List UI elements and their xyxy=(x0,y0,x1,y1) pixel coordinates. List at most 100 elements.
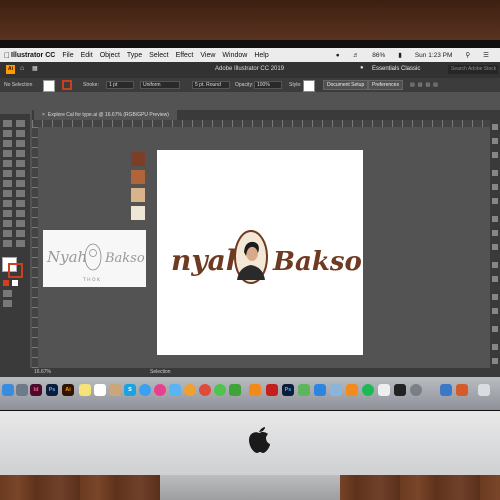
mail-icon[interactable] xyxy=(169,384,181,396)
color-swatch-cream[interactable] xyxy=(131,206,145,220)
magic-wand-tool-icon[interactable] xyxy=(3,130,12,137)
wifi-icon[interactable]: ● xyxy=(336,52,340,59)
lasso-tool-icon[interactable] xyxy=(16,130,25,137)
chrome-icon[interactable] xyxy=(199,384,211,396)
current-tool-status[interactable]: Selection xyxy=(150,369,171,375)
selection-tool-icon[interactable] xyxy=(3,120,12,127)
battery-percent[interactable]: 86% xyxy=(372,52,385,59)
messages-icon[interactable] xyxy=(214,384,226,396)
color-mode-icon[interactable] xyxy=(3,280,9,286)
gradient-panel-icon[interactable] xyxy=(492,244,498,250)
libraries-panel-icon[interactable] xyxy=(492,152,498,158)
menu-effect[interactable]: Effect xyxy=(176,52,194,59)
preferences-button[interactable]: Preferences xyxy=(368,80,403,90)
menu-list-icon[interactable]: ☰ xyxy=(483,51,489,59)
finder-icon[interactable] xyxy=(2,384,14,396)
align-icons[interactable]: ▤▤▤▤ xyxy=(410,82,441,88)
symbol-sprayer-tool-icon[interactable] xyxy=(16,230,25,237)
character-panel-icon[interactable] xyxy=(492,344,498,350)
volume-icon[interactable]: ♬ xyxy=(353,52,360,59)
arrange-documents-icon[interactable]: ▦ xyxy=(32,65,38,72)
properties-panel-icon[interactable] xyxy=(492,124,498,130)
line-tool-icon[interactable] xyxy=(16,150,25,157)
symbols-panel-icon[interactable] xyxy=(492,216,498,222)
layers-panel-icon[interactable] xyxy=(492,138,498,144)
photoshop-icon[interactable]: Ps xyxy=(46,384,58,396)
rotate-tool-icon[interactable] xyxy=(16,180,25,187)
none-color-icon[interactable] xyxy=(12,280,18,286)
itunes-icon[interactable] xyxy=(154,384,166,396)
transform-panel-icon[interactable] xyxy=(492,326,498,332)
clock[interactable]: Sun 1:23 PM xyxy=(415,52,453,59)
brush-definition[interactable]: 5 pt. Round xyxy=(192,81,230,89)
rectangle-tool-icon[interactable] xyxy=(3,160,12,167)
document-tab[interactable]: × Explore Cal for type.ai @ 16.67% (RGB/G… xyxy=(34,110,177,120)
app-store-icon[interactable] xyxy=(314,384,326,396)
illustrator-icon[interactable]: Ai xyxy=(62,384,74,396)
color-swatch-tan[interactable] xyxy=(131,188,145,202)
stroke-color-box[interactable] xyxy=(8,263,23,278)
artboard-tool-icon[interactable] xyxy=(3,240,12,247)
app-menu[interactable]: Illustrator CC xyxy=(11,52,55,59)
system-prefs-icon[interactable] xyxy=(410,384,422,396)
scale-tool-icon[interactable] xyxy=(3,190,12,197)
apple-menu-icon[interactable]:  xyxy=(4,51,10,60)
paintbrush-tool-icon[interactable] xyxy=(16,160,25,167)
contacts-icon[interactable] xyxy=(109,384,121,396)
vlc-icon[interactable] xyxy=(249,384,261,396)
horizontal-ruler[interactable] xyxy=(32,120,490,127)
lightbulb-icon[interactable]: ● xyxy=(360,65,364,71)
menu-object[interactable]: Object xyxy=(100,52,120,59)
stock-search-input[interactable]: Search Adobe Stock xyxy=(448,65,498,74)
mesh-tool-icon[interactable] xyxy=(16,210,25,217)
photoshop-alt-icon[interactable]: Ps xyxy=(282,384,294,396)
appearance-panel-icon[interactable] xyxy=(492,276,498,282)
artboard[interactable]: nyah Bakso xyxy=(157,150,363,355)
pencil-tool-icon[interactable] xyxy=(16,170,25,177)
facetime-icon[interactable] xyxy=(229,384,241,396)
graphic-style-swatch[interactable] xyxy=(303,80,315,92)
perspective-grid-tool-icon[interactable] xyxy=(3,210,12,217)
indesign-icon[interactable]: Id xyxy=(30,384,42,396)
menu-file[interactable]: File xyxy=(62,52,73,59)
swatches-panel-icon[interactable] xyxy=(492,184,498,190)
type-tool-icon[interactable] xyxy=(3,150,12,157)
downloads-stack-icon[interactable] xyxy=(440,384,452,396)
menu-window[interactable]: Window xyxy=(222,52,247,59)
spotify-icon[interactable] xyxy=(362,384,374,396)
direct-selection-tool-icon[interactable] xyxy=(16,120,25,127)
menu-edit[interactable]: Edit xyxy=(81,52,93,59)
curvature-tool-icon[interactable] xyxy=(16,140,25,147)
notes-icon[interactable] xyxy=(79,384,91,396)
menu-type[interactable]: Type xyxy=(127,52,142,59)
photos-icon[interactable] xyxy=(184,384,196,396)
menu-select[interactable]: Select xyxy=(149,52,168,59)
shaper-tool-icon[interactable] xyxy=(3,170,12,177)
preview-icon[interactable] xyxy=(330,384,342,396)
menu-view[interactable]: View xyxy=(200,52,215,59)
safari-icon[interactable] xyxy=(139,384,151,396)
paragraph-panel-icon[interactable] xyxy=(492,358,498,364)
variable-width-profile[interactable]: Uniform xyxy=(140,81,180,89)
eraser-tool-icon[interactable] xyxy=(3,180,12,187)
screen-mode-icon[interactable] xyxy=(3,300,12,307)
pen-tool-icon[interactable] xyxy=(3,140,12,147)
terminal-icon[interactable] xyxy=(394,384,406,396)
battery-icon[interactable]: ▮ xyxy=(398,51,402,59)
eyedropper-tool-icon[interactable] xyxy=(16,220,25,227)
pathfinder-panel-icon[interactable] xyxy=(492,308,498,314)
fill-swatch[interactable] xyxy=(43,80,55,92)
sketch-image[interactable]: Nyah Bakso T H O K xyxy=(43,230,146,287)
launchpad-icon[interactable] xyxy=(16,384,28,396)
calendar-icon[interactable] xyxy=(94,384,106,396)
maps-icon[interactable] xyxy=(298,384,310,396)
brushes-panel-icon[interactable] xyxy=(492,198,498,204)
trash-icon[interactable] xyxy=(478,384,490,396)
draw-mode-icon[interactable] xyxy=(3,290,12,297)
free-transform-tool-icon[interactable] xyxy=(3,200,12,207)
width-tool-icon[interactable] xyxy=(16,190,25,197)
color-panel-icon[interactable] xyxy=(492,170,498,176)
acrobat-icon[interactable] xyxy=(266,384,278,396)
shape-builder-tool-icon[interactable] xyxy=(16,200,25,207)
gradient-tool-icon[interactable] xyxy=(3,220,12,227)
